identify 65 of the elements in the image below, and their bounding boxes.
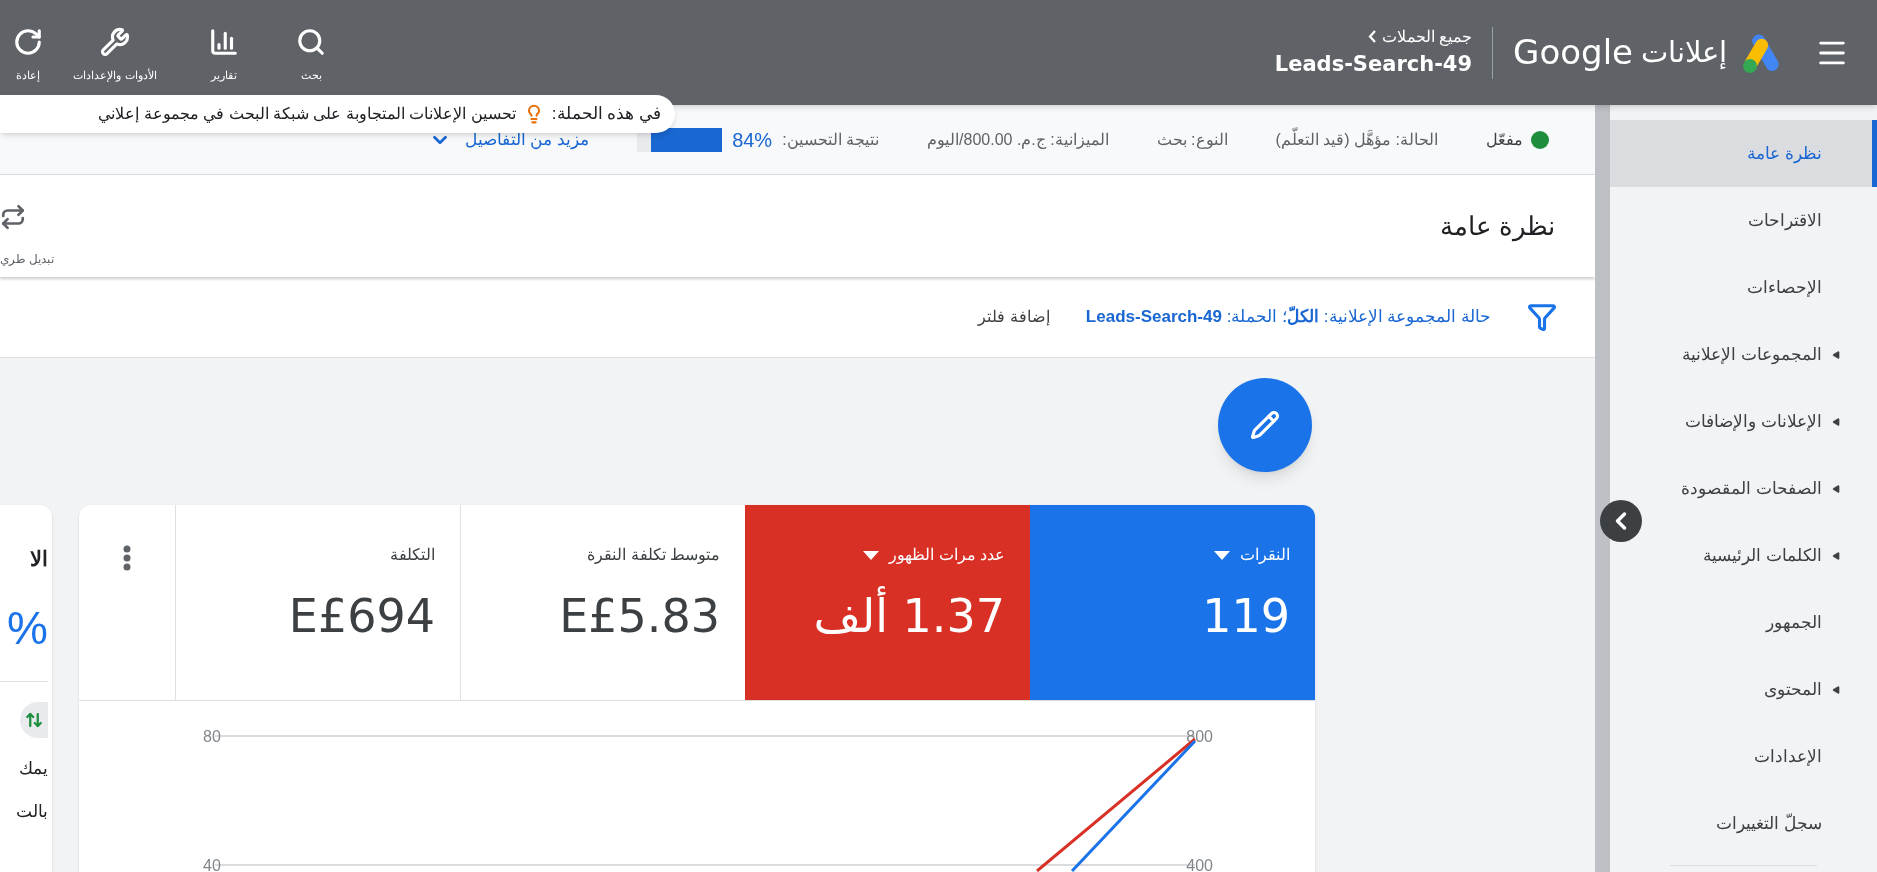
collapse-button[interactable] [1600,500,1642,542]
caret-icon [1832,484,1840,493]
sidebar-item[interactable]: الكلمات الرئيسية [1610,522,1877,589]
metric-tile[interactable]: عدد مرات الظهور 1.37 ألف [745,505,1030,700]
card-text: يمك [19,757,48,780]
caret-icon [1832,685,1840,694]
sidebar-item[interactable]: الصفحات المقصودة [1610,455,1877,522]
swap-icon [0,204,26,230]
tip-lead: في هذه الحملة: [551,103,661,126]
tip-text: تحسين الإعلانات المتجاوبة على شبكة البحث في مجموعة إعلاني [98,104,516,125]
campaign-name: Leads-Search-49 [1274,50,1473,78]
card-score: % [7,604,48,651]
sidebar-item[interactable]: الجمهور [1610,589,1877,656]
caret-icon [1832,350,1840,359]
pencil-icon [1250,410,1280,440]
metric-label: النقرات [1240,545,1290,566]
campaign-field: الحالة: مؤهَّل (قيد التعلّم) [1275,127,1438,152]
sidebar-item[interactable]: الإعدادات [1610,723,1877,790]
metric-label: التكلفة [390,545,435,565]
sidebar-item[interactable]: نظرة عامة [1610,120,1877,187]
toolbar-button[interactable]: بحث [281,27,341,84]
bar-chart-icon [209,27,239,58]
toolbar-button[interactable]: إعادة [8,27,48,84]
campaign-field: الميزانية: ج.م. 800.00/اليوم [927,127,1109,152]
axis-label: 80 [203,728,221,745]
search-icon [296,27,326,58]
more-icon [123,545,131,571]
score-label: نتيجة التحسين: [782,129,880,151]
axis-label: 400 [1186,857,1213,872]
product-name: إعلانات [1641,34,1727,71]
metric-label: عدد مرات الظهور [889,545,1005,566]
details-link[interactable]: مزيد من التفاصيل [428,126,590,153]
dropdown-caret-icon [863,550,880,560]
chevron-icon [1367,30,1376,44]
metric-value: E£5.83 [559,588,720,645]
campaign-field: النوع: بحث [1156,127,1228,152]
sidebar-item[interactable]: سجلّ التغييرات [1610,790,1877,857]
sidebar-item[interactable]: المجموعات الإعلانية [1610,321,1877,388]
metric-value: 119 [1202,588,1290,645]
metric-value: 1.37 ألف [813,585,1005,648]
score-value: 84% [732,127,773,153]
breadcrumb-link[interactable]: جميع الحملات [1367,24,1473,49]
refresh-icon [13,27,43,58]
caret-icon [1832,417,1840,426]
card-text: بالت [16,801,48,823]
status-text: مفعّل [1486,129,1523,150]
metric-value: E£694 [288,588,435,645]
filter-icon [1527,302,1557,332]
toolbar-button[interactable]: الأدوات والإعدادات [60,27,170,84]
sidebar-item[interactable]: الإحصاءات [1610,254,1877,321]
sidebar-item[interactable]: الإعلانات والإضافات [1610,388,1877,455]
page-title: نظرة عامة [1439,209,1555,244]
brand-name: Google [1513,31,1633,74]
sidebar-item[interactable]: المحتوى [1610,656,1877,723]
sidebar-item[interactable]: الاقتراحات [1610,187,1877,254]
metric-label: متوسط تكلفة النقرة [587,545,720,566]
axis-label: 40 [203,857,221,872]
add-filter-button[interactable]: إضافة فلتر [978,305,1050,329]
arrows-icon [20,701,48,738]
toolbar-button[interactable]: تقارير [194,27,254,84]
caret-icon [1832,551,1840,560]
wrench-icon [100,27,130,58]
card-title: الا [30,546,48,572]
dropdown-caret-icon [1214,550,1230,560]
switch-view-button[interactable]: تبديل طري [0,184,55,268]
